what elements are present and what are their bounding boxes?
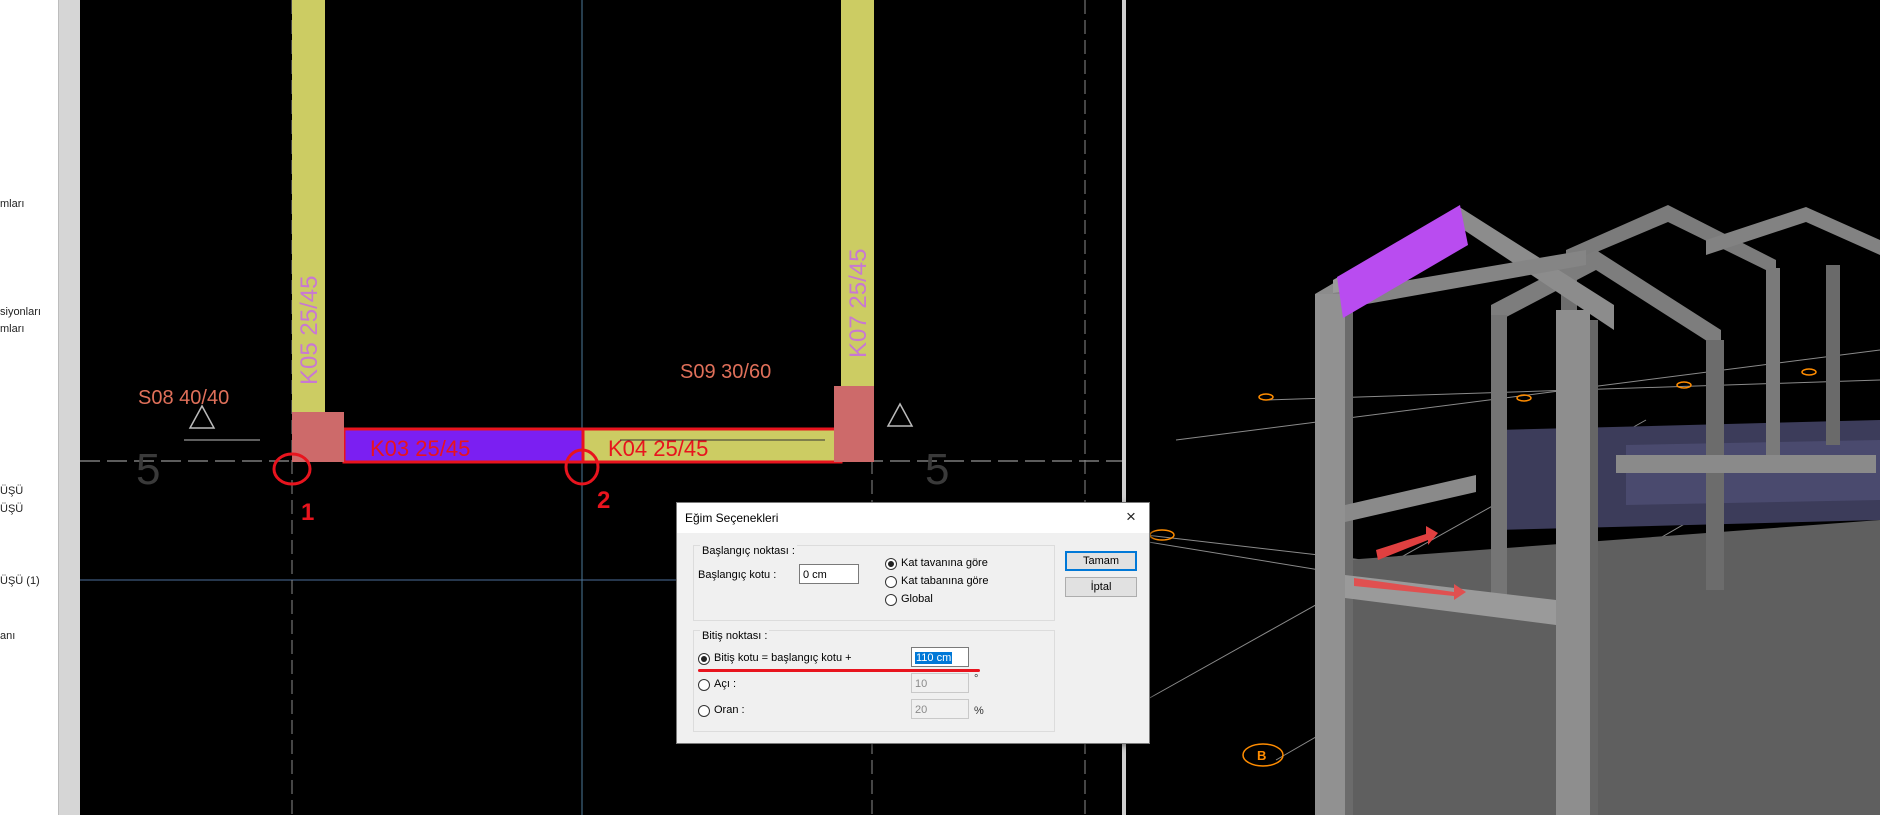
start-point-group: Başlangıç noktası : bbox=[693, 545, 1055, 621]
beam-label: K03 25/45 bbox=[370, 436, 470, 461]
radio-aci[interactable] bbox=[698, 679, 710, 691]
radio-bitis-kotu-label[interactable]: Bitiş kotu = başlangıç kotu + bbox=[714, 652, 852, 664]
slope-options-dialog: Eğim Seçenekleri × Başlangıç noktası : B… bbox=[676, 502, 1150, 744]
ratio-unit: % bbox=[974, 705, 984, 717]
dialog-titlebar[interactable]: Eğim Seçenekleri × bbox=[677, 503, 1149, 533]
start-point-group-title: Başlangıç noktası : bbox=[700, 545, 797, 557]
cancel-button[interactable]: İptal bbox=[1065, 577, 1137, 597]
point-marker-label: 1 bbox=[301, 499, 314, 526]
panel-scrollbar[interactable] bbox=[58, 0, 81, 815]
ratio-input[interactable]: 20 bbox=[911, 699, 969, 719]
end-point-group-title: Bitiş noktası : bbox=[700, 630, 770, 642]
section-marker-icon bbox=[886, 402, 914, 427]
radio-oran-label[interactable]: Oran : bbox=[714, 704, 745, 716]
dialog-title: Eğim Seçenekleri bbox=[685, 511, 779, 525]
left-panel-item[interactable]: siyonları bbox=[0, 306, 41, 318]
radio-kat-tavani-label[interactable]: Kat tavanına göre bbox=[901, 557, 988, 569]
beam-label: K07 25/45 bbox=[845, 249, 872, 358]
column-s09[interactable] bbox=[834, 386, 874, 462]
angle-unit: ° bbox=[974, 673, 979, 685]
radio-bitis-kotu[interactable] bbox=[698, 653, 710, 665]
view-3d[interactable]: B bbox=[1126, 0, 1880, 815]
beam-label: K05 25/45 bbox=[296, 276, 323, 385]
radio-kat-tavani[interactable] bbox=[885, 558, 897, 570]
left-panel-item[interactable]: anı bbox=[0, 630, 15, 642]
section-marker-icon bbox=[188, 404, 216, 429]
angle-input[interactable]: 10 bbox=[911, 673, 969, 693]
column-label: S08 40/40 bbox=[138, 387, 229, 409]
end-level-value: 110 cm bbox=[915, 652, 953, 664]
start-level-label: Başlangıç kotu : bbox=[698, 569, 777, 581]
left-panel-item[interactable]: mları bbox=[0, 323, 24, 335]
radio-kat-tabani[interactable] bbox=[885, 576, 897, 588]
ok-button[interactable]: Tamam bbox=[1065, 551, 1137, 571]
start-level-input[interactable]: 0 cm bbox=[799, 564, 859, 584]
radio-kat-tabani-label[interactable]: Kat tabanına göre bbox=[901, 575, 988, 587]
radio-global[interactable] bbox=[885, 594, 897, 606]
radio-aci-label[interactable]: Açı : bbox=[714, 678, 736, 690]
radio-oran[interactable] bbox=[698, 705, 710, 717]
grid-bubble-label: B bbox=[1257, 748, 1266, 763]
annotation-underline bbox=[698, 669, 980, 672]
close-icon[interactable]: × bbox=[1121, 507, 1141, 527]
left-panel: mları siyonları mları ÜŞÜ ÜŞÜ ÜŞÜ (1) an… bbox=[0, 0, 58, 815]
end-level-input[interactable]: 110 cm bbox=[911, 647, 969, 667]
beam-label: K04 25/45 bbox=[608, 436, 708, 461]
left-panel-item[interactable]: ÜŞÜ bbox=[0, 485, 23, 497]
point-marker-label: 2 bbox=[597, 487, 610, 514]
axis-label-left: 5 bbox=[136, 445, 160, 494]
end-point-group: Bitiş noktası : bbox=[693, 630, 1055, 732]
selected-beam-3d[interactable] bbox=[1337, 205, 1468, 318]
left-panel-item[interactable]: ÜŞÜ (1) bbox=[0, 575, 40, 587]
left-panel-item[interactable]: ÜŞÜ bbox=[0, 503, 23, 515]
column-label: S09 30/60 bbox=[680, 361, 771, 383]
left-panel-item[interactable]: mları bbox=[0, 198, 24, 210]
radio-global-label[interactable]: Global bbox=[901, 593, 933, 605]
axis-label-right: 5 bbox=[925, 445, 949, 494]
